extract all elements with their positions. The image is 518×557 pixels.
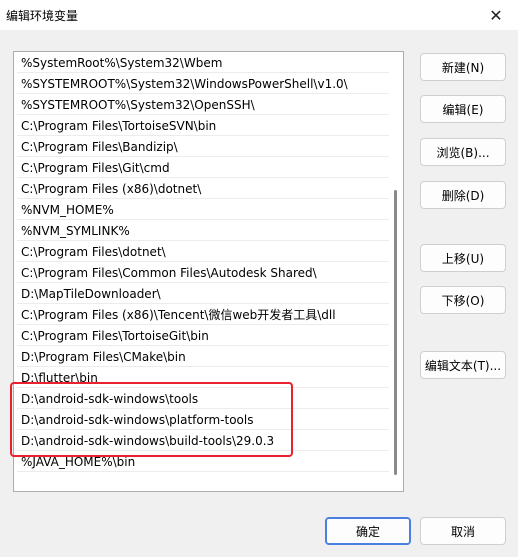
edit-env-var-dialog: 编辑环境变量 ✕ %SystemRoot%\System32\Wbem %SYS… [0, 0, 518, 557]
list-item[interactable]: D:\Program Files\CMake\bin [17, 347, 389, 367]
list-item[interactable]: %NVM_SYMLINK% [17, 221, 389, 241]
list-item[interactable]: C:\Program Files\TortoiseGit\bin [17, 326, 389, 346]
delete-button[interactable]: 删除(D) [420, 181, 506, 209]
list-item[interactable]: D:\MapTileDownloader\ [17, 284, 389, 304]
list-item[interactable]: C:\Program Files\TortoiseSVN\bin [17, 116, 389, 136]
list-item[interactable]: %NVM_HOME% [17, 200, 389, 220]
title-bar: 编辑环境变量 ✕ [0, 0, 518, 30]
close-button[interactable]: ✕ [474, 0, 518, 30]
list-item[interactable]: C:\Program Files\dotnet\ [17, 242, 389, 262]
new-button[interactable]: 新建(N) [420, 53, 506, 81]
edit-text-button[interactable]: 编辑文本(T)... [420, 351, 506, 379]
list-item[interactable]: C:\Program Files (x86)\Tencent\微信web开发者工… [17, 305, 389, 325]
list-item[interactable]: %SYSTEMROOT%\System32\WindowsPowerShell\… [17, 74, 389, 94]
close-icon: ✕ [489, 5, 503, 25]
list-item[interactable]: C:\Program Files\Git\cmd [17, 158, 389, 178]
list-item[interactable]: %SystemRoot%\System32\Wbem [17, 53, 389, 73]
list-item[interactable]: D:\android-sdk-windows\platform-tools [17, 410, 389, 430]
list-item[interactable]: %JAVA_HOME%\bin [17, 452, 389, 472]
path-list[interactable]: %SystemRoot%\System32\Wbem %SYSTEMROOT%\… [13, 51, 404, 492]
list-item[interactable]: %SYSTEMROOT%\System32\OpenSSH\ [17, 95, 389, 115]
list-item[interactable]: D:\android-sdk-windows\build-tools\29.0.… [17, 431, 389, 451]
list-scrollbar[interactable] [394, 190, 397, 475]
list-item[interactable]: D:\flutter\bin [17, 368, 389, 388]
list-item[interactable]: C:\Program Files\Bandizip\ [17, 137, 389, 157]
window-title: 编辑环境变量 [6, 9, 79, 23]
list-item[interactable]: C:\Program Files (x86)\dotnet\ [17, 179, 389, 199]
list-item[interactable]: D:\android-sdk-windows\tools [17, 389, 389, 409]
move-down-button[interactable]: 下移(O) [420, 286, 506, 314]
cancel-button[interactable]: 取消 [420, 517, 506, 545]
edit-button[interactable]: 编辑(E) [420, 95, 506, 123]
move-up-button[interactable]: 上移(U) [420, 244, 506, 272]
ok-button[interactable]: 确定 [325, 517, 411, 545]
list-item[interactable]: C:\Program Files\Common Files\Autodesk S… [17, 263, 389, 283]
browse-button[interactable]: 浏览(B)... [420, 138, 506, 166]
